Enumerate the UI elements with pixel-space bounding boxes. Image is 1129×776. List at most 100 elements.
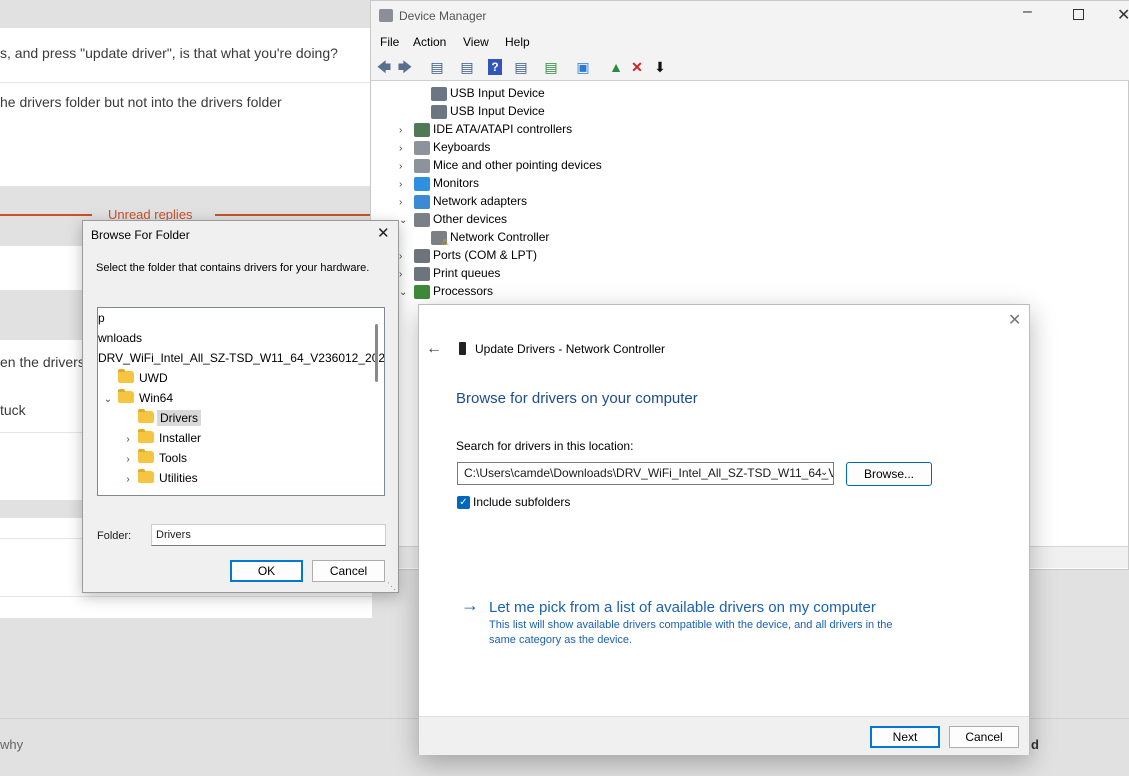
add-driver-icon[interactable]: ▲ (607, 58, 625, 76)
scan-hardware-icon[interactable]: ▣ (574, 58, 592, 76)
device-tree-label: USB Input Device (450, 104, 545, 118)
device-tree-item[interactable]: ⌄ Other devices (399, 210, 507, 228)
close-button[interactable]: ✕ (377, 224, 390, 242)
browse-button[interactable]: Browse... (846, 462, 932, 486)
close-button[interactable]: ✕ (1008, 310, 1021, 330)
device-tree-item[interactable]: › IDE ATA/ATAPI controllers (399, 120, 572, 138)
device-tree-item[interactable]: › Print queues (399, 264, 500, 282)
folder-tree-label: p (98, 311, 105, 325)
update-driver-icon[interactable]: ▤ (542, 58, 560, 76)
include-subfolders-label: Include subfolders (473, 495, 571, 509)
device-tree-label: Monitors (433, 176, 480, 190)
folder-tree-label: Utilities (159, 471, 198, 485)
device-tree-item[interactable]: › Keyboards (399, 138, 490, 156)
chevron-right-icon[interactable]: › (118, 470, 138, 490)
forum-post-text: tuck (0, 402, 26, 418)
device-tree-item[interactable]: › Ports (COM & LPT) (399, 246, 537, 264)
resize-grip[interactable]: ⋱ (387, 581, 397, 591)
driver-path-value: C:\Users\camde\Downloads\DRV_WiFi_Intel_… (464, 466, 834, 480)
folder-tree-item[interactable]: ⌄ Win64 (98, 388, 173, 408)
cancel-button[interactable]: Cancel (312, 560, 385, 582)
mouse-icon (414, 158, 430, 173)
back-arrow-icon[interactable]: ← (426, 340, 442, 358)
folder-tree-label: DRV_WiFi_Intel_All_SZ-TSD_W11_64_V236012… (98, 351, 385, 365)
chevron-down-icon[interactable]: ⌄ (98, 390, 118, 410)
device-tree-item[interactable]: ⌄ Processors (399, 282, 493, 300)
menu-help[interactable]: Help (505, 35, 530, 49)
folder-icon (138, 429, 154, 443)
usb-icon (431, 86, 447, 101)
chevron-down-icon[interactable]: ⌄ (820, 467, 828, 478)
uninstall-icon[interactable]: ✕ (628, 58, 646, 76)
help-icon[interactable]: ? (488, 59, 502, 75)
folder-tree-item[interactable]: DRV_WiFi_Intel_All_SZ-TSD_W11_64_V236012… (98, 348, 385, 368)
port-icon (414, 248, 430, 263)
back-icon[interactable]: 🡄 (375, 58, 393, 76)
properties-icon[interactable]: ▤ (458, 58, 476, 76)
folder-input[interactable]: Drivers (151, 524, 386, 546)
folder-tree-item[interactable]: wnloads (98, 328, 142, 348)
close-button[interactable]: ✕ (1117, 5, 1129, 25)
network-controller-icon (459, 342, 466, 355)
cancel-button[interactable]: Cancel (949, 726, 1019, 748)
menu-view[interactable]: View (463, 35, 489, 49)
device-tree-item[interactable]: USB Input Device (431, 102, 545, 120)
device-tree-item[interactable]: USB Input Device (431, 84, 545, 102)
chevron-down-icon[interactable]: ⌄ (399, 212, 409, 230)
chevron-right-icon[interactable]: › (118, 450, 138, 470)
disable-device-icon[interactable]: ⬇ (651, 58, 669, 76)
forward-icon[interactable]: 🡆 (396, 58, 414, 76)
forum-post-text: en the drivers (0, 354, 85, 370)
toolbar: 🡄 🡆 ▤ ▤ ? ▤ ▤ ▣ ▲ ✕ ⬇ (371, 53, 1129, 81)
folder-tree-label: Tools (159, 451, 188, 465)
menu-action[interactable]: Action (413, 35, 446, 49)
next-button[interactable]: Next (870, 726, 940, 748)
arrow-right-icon[interactable]: → (461, 595, 479, 616)
device-manager-titlebar: Device Manager – ✕ (371, 1, 1129, 31)
forum-post: s, and press "update driver", is that wh… (0, 28, 372, 82)
menu-file[interactable]: File (380, 35, 399, 49)
device-tree-label: Processors (433, 284, 494, 298)
usb-icon (431, 104, 447, 119)
pick-driver-link[interactable]: Let me pick from a list of available dri… (489, 599, 876, 616)
footer-text: why (0, 737, 24, 752)
folder-icon (138, 469, 154, 483)
device-tree-label: USB Input Device (450, 86, 545, 100)
show-hide-console-tree-icon[interactable]: ▤ (428, 58, 446, 76)
device-tree-item[interactable]: › Monitors (399, 174, 479, 192)
device-tree-label: Ports (COM & LPT) (433, 248, 538, 262)
printer-icon (414, 266, 430, 281)
folder-tree-item[interactable]: › Utilities (118, 468, 198, 488)
minimize-button[interactable]: – (1023, 3, 1032, 21)
folder-tree-item[interactable]: Drivers (118, 408, 201, 428)
device-tree: USB Input Device USB Input Device › IDE ATA… (371, 84, 1128, 309)
device-tree-item[interactable]: ⚠ Network Controller (431, 228, 549, 246)
keyboard-icon (414, 140, 430, 155)
chevron-down-icon[interactable]: ⌄ (399, 284, 409, 302)
maximize-button[interactable] (1073, 9, 1084, 20)
processor-icon (414, 284, 430, 299)
device-tree-label: Keyboards (433, 140, 491, 154)
folder-tree-item[interactable]: › Installer (118, 428, 201, 448)
folder-tree-item[interactable]: › Tools (118, 448, 187, 468)
forum-post-text: s, and press "update driver", is that wh… (0, 45, 338, 61)
ok-button[interactable]: OK (230, 560, 303, 582)
chevron-right-icon[interactable]: › (118, 430, 138, 450)
device-tree-item[interactable]: › Network adapters (399, 192, 527, 210)
driver-path-combo[interactable]: C:\Users\camde\Downloads\DRV_WiFi_Intel_… (457, 462, 834, 485)
browse-for-folder-dialog: Browse For Folder ✕ Select the folder th… (82, 220, 399, 593)
folder-tree-label: Installer (159, 431, 202, 445)
device-tree-label: Print queues (433, 266, 501, 280)
folder-tree-item[interactable]: UWD (98, 368, 168, 388)
folder-icon (118, 389, 134, 403)
device-manager-app-icon (379, 9, 393, 22)
include-subfolders-checkbox[interactable]: ✓ (457, 496, 470, 509)
search-location-label: Search for drivers in this location: (456, 439, 634, 453)
folder-tree-item[interactable]: p (98, 308, 105, 328)
vertical-scrollbar[interactable] (375, 324, 378, 382)
device-tree-label: Network adapters (433, 194, 528, 208)
folder-tree[interactable]: p wnloads DRV_WiFi_Intel_All_SZ-TSD_W11_64… (97, 307, 385, 496)
device-tree-item[interactable]: › Mice and other pointing devices (399, 156, 602, 174)
unread-divider (215, 214, 372, 216)
action-pane-icon[interactable]: ▤ (512, 58, 530, 76)
